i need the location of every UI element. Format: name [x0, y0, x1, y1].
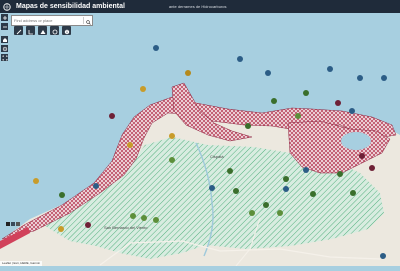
- basemap-toggle-button[interactable]: [11, 222, 15, 226]
- search-button[interactable]: [83, 17, 92, 25]
- ruler-icon: [28, 22, 34, 40]
- search-input[interactable]: [12, 17, 84, 24]
- measure-button[interactable]: [26, 26, 35, 35]
- app-header: Mapas de sensibilidad ambiental ante der…: [0, 0, 400, 13]
- layers-button[interactable]: [50, 26, 59, 35]
- map-controls: [1, 14, 8, 61]
- layers-icon: [52, 22, 58, 40]
- search-icon: [85, 12, 91, 30]
- warning-icon: [40, 22, 46, 40]
- place-label: San Bernardo del Viento: [104, 225, 148, 230]
- alert-button[interactable]: [38, 26, 47, 35]
- tool-row: [14, 26, 71, 35]
- bottom-controls: [6, 222, 20, 226]
- info-icon: [64, 22, 70, 40]
- locate-button[interactable]: [1, 45, 8, 52]
- legend-toggle-button[interactable]: [6, 222, 10, 226]
- draw-line-button[interactable]: [14, 26, 23, 35]
- pencil-icon: [16, 22, 22, 40]
- app-subtitle: ante derrames de Hidrocarburos: [168, 4, 227, 9]
- globe-icon: [2, 2, 12, 12]
- fullscreen-button[interactable]: [1, 54, 8, 61]
- app-title: Mapas de sensibilidad ambiental: [16, 3, 125, 10]
- zoom-out-button[interactable]: [1, 23, 8, 30]
- map-view[interactable]: San Bernardo del Viento Cispatá: [0, 13, 400, 267]
- place-label: Cispatá: [210, 154, 224, 159]
- info-button[interactable]: [62, 26, 71, 35]
- overview-toggle-button[interactable]: [16, 222, 20, 226]
- map-attribution: Leaflet | Esri, HERE, Garmin: [0, 261, 43, 266]
- zoom-in-button[interactable]: [1, 14, 8, 21]
- home-button[interactable]: [1, 36, 8, 43]
